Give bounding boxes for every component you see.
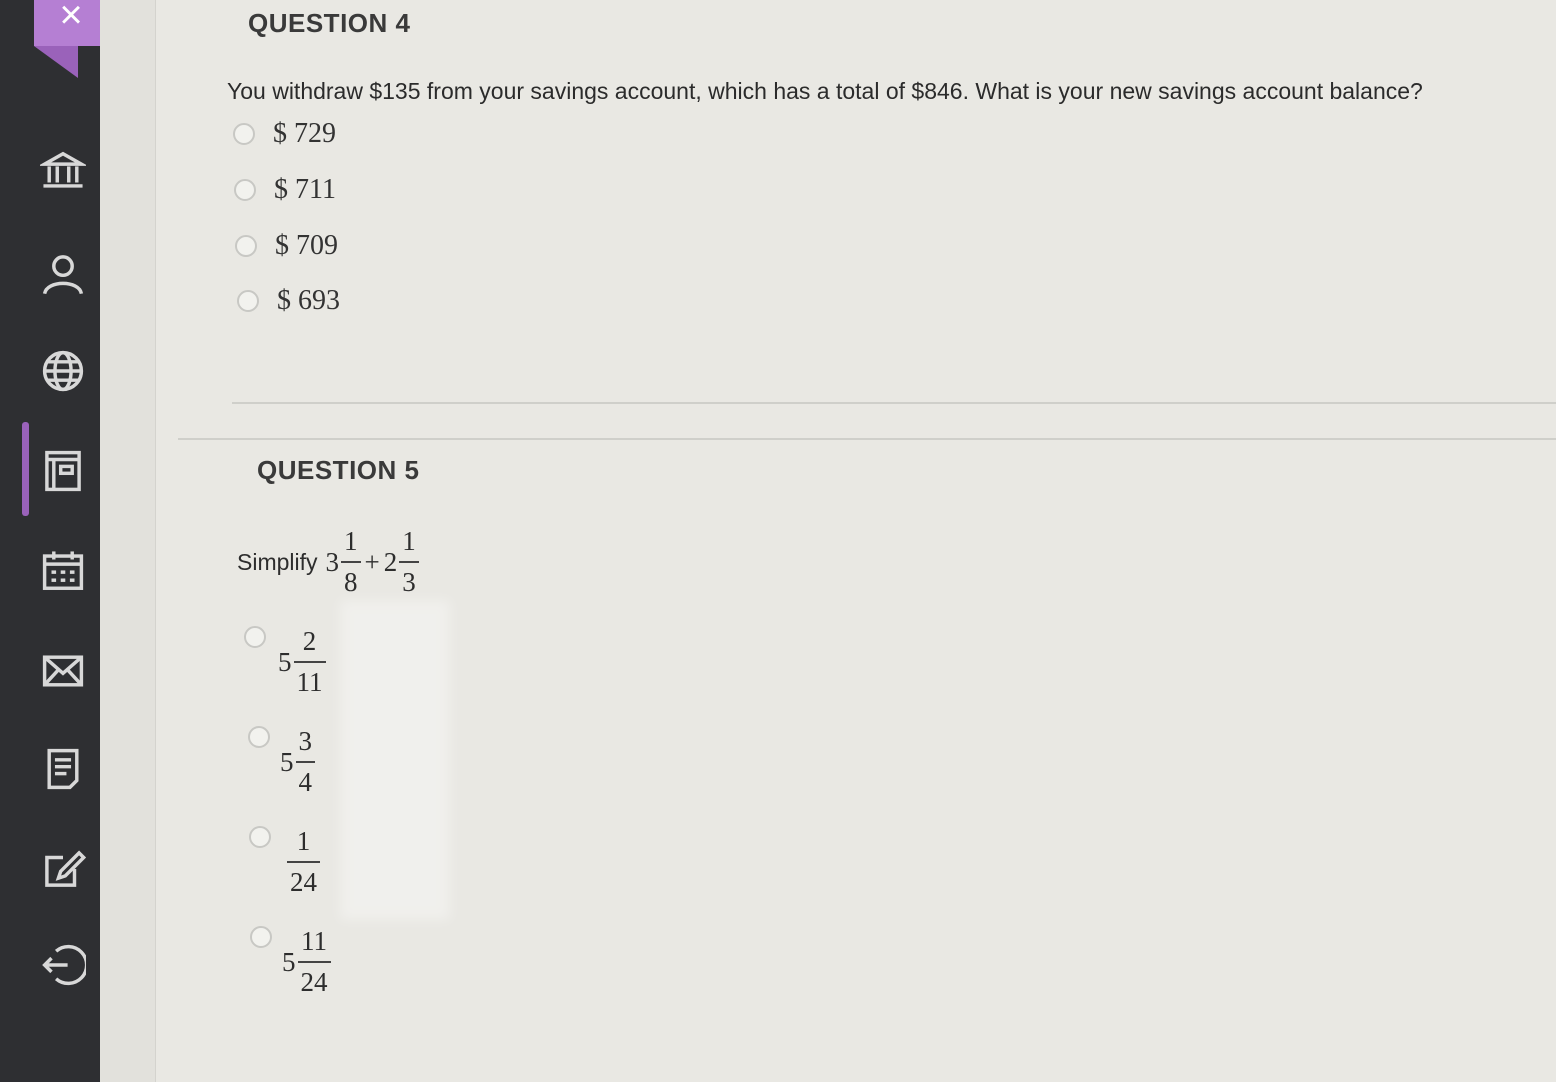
question-divider-inner: [232, 402, 1556, 404]
numerator: 3: [298, 726, 313, 756]
fraction: 1 8: [341, 528, 361, 596]
fraction: 3 4: [295, 726, 315, 796]
whole-number: 5: [282, 946, 296, 977]
radio-button[interactable]: [237, 290, 259, 312]
option-label: $ 709: [275, 230, 338, 261]
option-label: $ 693: [277, 285, 340, 316]
close-tab-tail: [34, 46, 78, 78]
close-icon: ×: [59, 0, 83, 37]
denominator: 24: [287, 861, 320, 896]
denominator: 24: [297, 961, 331, 996]
calendar-icon[interactable]: [38, 546, 88, 596]
whole-number: 5: [280, 746, 294, 777]
question-4-title: QUESTION 4: [248, 8, 411, 38]
close-button[interactable]: ×: [34, 0, 108, 46]
fraction: 1 3: [399, 528, 419, 596]
q4-option-2[interactable]: $ 711: [234, 174, 336, 206]
denominator: 4: [295, 761, 315, 796]
whole-number: 3: [325, 546, 340, 577]
q5-option-2[interactable]: 5 3 4: [248, 726, 315, 796]
whole-number: 5: [278, 646, 292, 677]
courses-icon[interactable]: [38, 446, 88, 496]
fraction: 1 24: [287, 828, 320, 896]
option-value: 5 2 11: [278, 628, 326, 696]
numerator: 11: [301, 926, 327, 956]
question-4-text: You withdraw $135 from your savings acco…: [227, 78, 1423, 104]
globe-icon[interactable]: [38, 346, 88, 396]
active-indicator: [22, 422, 29, 516]
fraction: 2 11: [293, 626, 326, 696]
option-value: 5 11 24: [282, 928, 331, 996]
question-divider: [178, 438, 1556, 440]
radio-button[interactable]: [249, 826, 271, 848]
screen-glare: [340, 600, 450, 920]
simplify-label: Simplify: [237, 548, 318, 575]
q5-option-3[interactable]: 1 24: [249, 826, 320, 896]
institution-icon[interactable]: [38, 146, 88, 196]
numerator: 1: [344, 526, 358, 556]
radio-button[interactable]: [244, 626, 266, 648]
logout-icon[interactable]: [38, 940, 88, 990]
nav-rail: ×: [0, 0, 108, 1082]
option-label: $ 711: [274, 174, 336, 205]
edit-icon[interactable]: [38, 844, 88, 894]
question-5-prompt: Simplify 3 1 8 + 2 1 3: [237, 528, 419, 596]
q5-option-1[interactable]: 5 2 11: [244, 626, 326, 696]
q4-option-1[interactable]: $ 729: [233, 118, 336, 150]
history-icon[interactable]: [38, 744, 88, 794]
numerator: 2: [302, 626, 317, 656]
fraction: 11 24: [297, 926, 331, 996]
radio-button[interactable]: [234, 179, 256, 201]
content-gutter: [100, 0, 156, 1082]
option-label: $ 729: [273, 118, 336, 149]
numerator: 1: [402, 526, 416, 556]
user-icon[interactable]: [38, 248, 88, 298]
whole-number: 2: [383, 546, 398, 577]
radio-button[interactable]: [250, 926, 272, 948]
q4-option-4[interactable]: $ 693: [237, 285, 340, 317]
q4-option-3[interactable]: $ 709: [235, 230, 338, 262]
denominator: 3: [399, 561, 419, 596]
question-5-title: QUESTION 5: [257, 455, 420, 485]
radio-button[interactable]: [235, 235, 257, 257]
option-value: 5 3 4: [280, 728, 315, 796]
numerator: 1: [296, 826, 311, 856]
option-value: 1 24: [285, 828, 320, 896]
plus-operator: +: [364, 546, 380, 577]
denominator: 11: [293, 661, 326, 696]
mail-icon[interactable]: [38, 646, 88, 696]
radio-button[interactable]: [248, 726, 270, 748]
q5-option-4[interactable]: 5 11 24: [250, 926, 331, 996]
radio-button[interactable]: [233, 123, 255, 145]
denominator: 8: [341, 561, 361, 596]
